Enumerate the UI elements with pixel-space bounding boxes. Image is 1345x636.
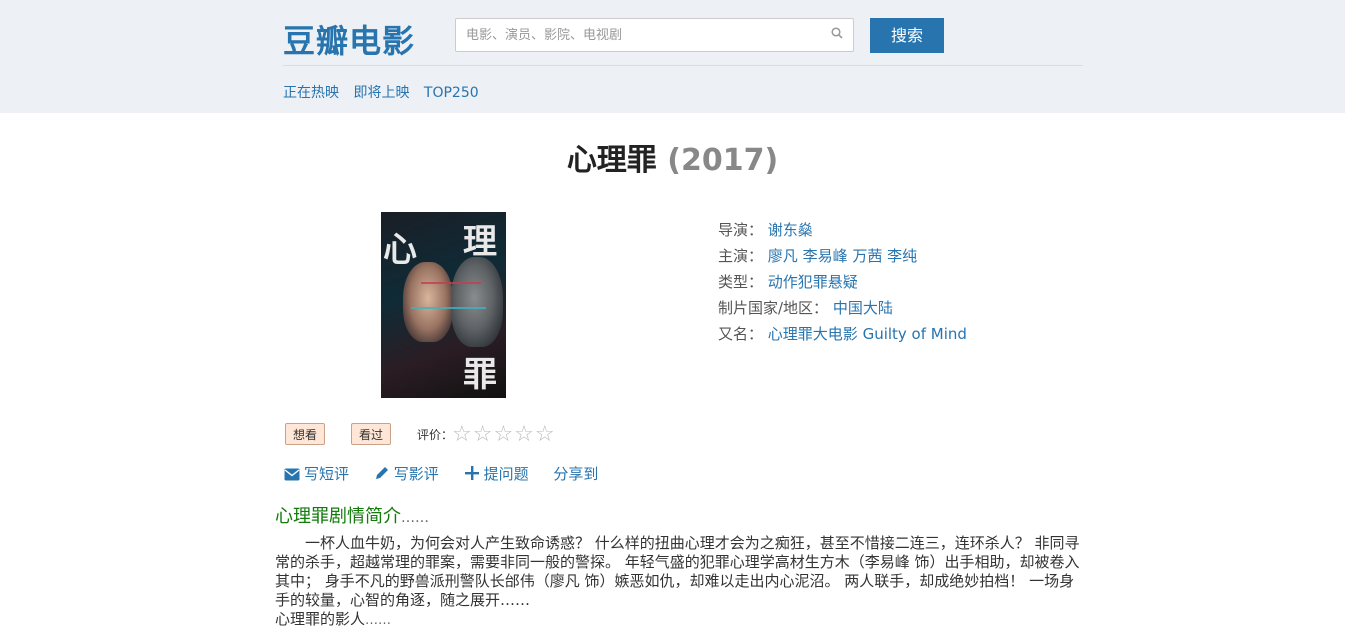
info-value[interactable]: 廖凡 李易峰 万茜 李纯: [768, 247, 917, 265]
movie-info: 导演： 谢东燊 主演： 廖凡 李易峰 万茜 李纯 类型： 动作犯罪悬疑 制片国家…: [718, 217, 967, 347]
poster-char: 罪: [463, 355, 497, 395]
watched-button[interactable]: 看过: [351, 423, 392, 445]
site-logo[interactable]: 豆瓣电影: [283, 16, 415, 62]
movie-poster[interactable]: 心 理 罪: [381, 212, 506, 398]
info-label: 又名：: [718, 325, 764, 343]
info-value[interactable]: 动作犯罪悬疑: [768, 273, 858, 291]
synopsis-heading-dots: ……: [401, 510, 429, 526]
poster-char: 心: [383, 230, 417, 270]
movie-title: 心理罪 (2017): [0, 135, 1345, 179]
search-icon[interactable]: [831, 27, 843, 39]
nav-now-playing[interactable]: 正在热映: [283, 85, 339, 101]
info-value[interactable]: 心理罪大电影 Guilty of Mind: [768, 325, 967, 343]
site-header: 豆瓣电影 搜索 正在热映 即将上映 TOP250: [0, 0, 1345, 113]
poster-streak: [411, 307, 486, 309]
info-value[interactable]: 中国大陆: [833, 299, 893, 317]
search-box: [455, 18, 854, 52]
movie-year: (2017): [667, 143, 779, 178]
info-row-country: 制片国家/地区： 中国大陆: [718, 295, 967, 321]
action-label: 分享到: [553, 465, 599, 483]
poster-face-right: [451, 257, 503, 347]
action-label: 写影评: [393, 465, 439, 483]
cast-section-heading: 心理罪的影人……: [275, 608, 391, 629]
cast-section-dots: ……: [365, 613, 392, 628]
ask-question-link[interactable]: 提问题: [464, 463, 529, 484]
top-nav: 正在热映 即将上映 TOP250: [283, 82, 489, 102]
nav-top250[interactable]: TOP250: [424, 85, 479, 101]
envelope-icon: [284, 468, 300, 481]
movie-title-text: 心理罪: [566, 143, 657, 178]
poster-face-left: [403, 262, 453, 342]
header-inner: 豆瓣电影 搜索 正在热映 即将上映 TOP250: [283, 0, 1083, 113]
synopsis-heading-text: 心理罪剧情简介: [275, 506, 401, 527]
action-links: 写短评 写影评 提问题 分享到: [284, 463, 618, 484]
rating-stars[interactable]: ☆☆☆☆☆: [452, 422, 556, 447]
cast-section-heading-text: 心理罪的影人: [275, 610, 366, 628]
plus-icon: [464, 466, 479, 480]
search-input[interactable]: [456, 19, 836, 51]
info-row-genre: 类型： 动作犯罪悬疑: [718, 269, 967, 295]
pencil-icon: [375, 467, 388, 479]
poster-char: 理: [463, 222, 497, 262]
share-link[interactable]: 分享到: [553, 463, 598, 484]
info-row-aka: 又名： 心理罪大电影 Guilty of Mind: [718, 321, 967, 347]
info-value[interactable]: 谢东燊: [768, 221, 813, 239]
info-label: 类型：: [718, 273, 764, 291]
info-label: 制片国家/地区：: [718, 299, 829, 317]
write-short-review-link[interactable]: 写短评: [284, 463, 349, 484]
write-review-link[interactable]: 写影评: [374, 463, 439, 484]
info-label: 导演：: [718, 221, 764, 239]
synopsis-text: 一杯人血牛奶，为何会对人产生致命诱惑？ 什么样的扭曲心理才会为之痴狂，甚至不惜接…: [275, 534, 1080, 609]
info-row-director: 导演： 谢东燊: [718, 217, 967, 243]
rating-label: 评价：: [417, 428, 454, 442]
want-to-watch-button[interactable]: 想看: [285, 423, 326, 445]
action-label: 提问题: [483, 465, 529, 483]
action-label: 写短评: [304, 465, 350, 483]
info-label: 主演：: [718, 247, 764, 265]
header-divider: [283, 65, 1083, 66]
search-button[interactable]: 搜索: [870, 18, 944, 53]
poster-streak: [421, 282, 481, 284]
nav-coming-soon[interactable]: 即将上映: [353, 85, 409, 101]
info-row-cast: 主演： 廖凡 李易峰 万茜 李纯: [718, 243, 967, 269]
synopsis-heading: 心理罪剧情简介……: [275, 502, 429, 528]
